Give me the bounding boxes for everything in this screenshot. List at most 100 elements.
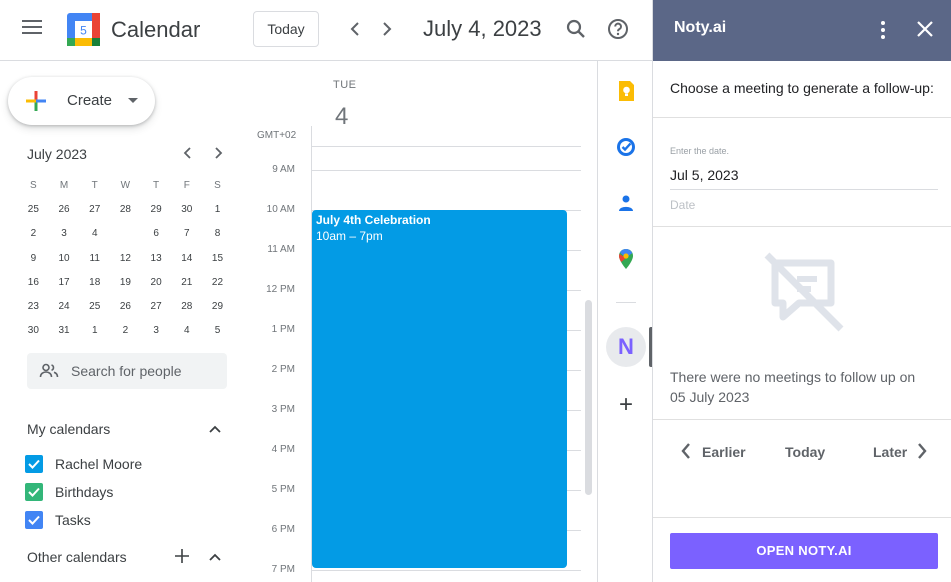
mini-calendar-day[interactable]: 14 — [171, 247, 202, 271]
hour-label: 5 PM — [271, 484, 295, 495]
calendar-checkbox[interactable] — [25, 455, 43, 473]
open-noty-button[interactable]: OPEN NOTY.AI — [670, 533, 938, 569]
earlier-button[interactable]: Earlier — [702, 444, 746, 460]
event-title: July 4th Celebration — [316, 213, 431, 227]
mini-calendar-day[interactable]: 22 — [202, 271, 233, 295]
later-button[interactable]: Later — [873, 444, 907, 460]
day-scrollbar[interactable] — [585, 300, 592, 495]
chevron-left-icon[interactable] — [679, 442, 693, 460]
chevron-right-icon[interactable] — [915, 442, 929, 460]
mini-calendar-day[interactable]: 4 — [79, 222, 110, 246]
add-calendar-icon[interactable] — [175, 549, 189, 563]
mini-calendar-day[interactable]: 26 — [110, 295, 141, 319]
search-people-box[interactable] — [27, 353, 227, 389]
today-nav-button[interactable]: Today — [785, 444, 825, 460]
mini-calendar-day[interactable]: 9 — [18, 247, 49, 271]
mini-calendar-day[interactable]: 29 — [141, 198, 172, 222]
menu-icon[interactable] — [22, 20, 48, 40]
mini-calendar-title: July 2023 — [27, 146, 87, 162]
hour-label: 2 PM — [271, 364, 295, 375]
mini-calendar-day[interactable]: 10 — [49, 247, 80, 271]
mini-calendar-day[interactable]: 27 — [79, 198, 110, 222]
keep-icon[interactable] — [614, 79, 638, 103]
mini-calendar-day[interactable]: 30 — [18, 319, 49, 343]
mini-calendar-day[interactable]: 8 — [202, 222, 233, 246]
maps-icon[interactable] — [614, 247, 638, 271]
mini-calendar-day[interactable]: 25 — [18, 198, 49, 222]
mini-calendar-day[interactable]: 15 — [202, 247, 233, 271]
mini-calendar-day[interactable]: 29 — [202, 295, 233, 319]
create-label: Create — [67, 92, 113, 109]
mini-calendar-day[interactable]: 1 — [202, 198, 233, 222]
mini-calendar-day[interactable]: 30 — [171, 198, 202, 222]
mini-calendar-day[interactable]: 5 — [110, 222, 141, 246]
mini-calendar-day[interactable]: 25 — [79, 295, 110, 319]
event-time: 10am – 7pm — [316, 229, 383, 243]
top-header: 5 Calendar Today July 4, 2023 — [0, 0, 652, 61]
mini-calendar-day[interactable]: 2 — [110, 319, 141, 343]
divider — [653, 419, 951, 420]
my-calendars-heading[interactable]: My calendars — [27, 421, 110, 437]
mini-calendar-day[interactable]: 24 — [49, 295, 80, 319]
search-icon[interactable] — [564, 17, 588, 41]
chevron-up-icon[interactable] — [208, 550, 222, 564]
mini-calendar-day[interactable]: 20 — [141, 271, 172, 295]
contacts-icon[interactable] — [614, 191, 638, 215]
mini-calendar-day[interactable]: 11 — [79, 247, 110, 271]
mini-calendar-day[interactable]: 12 — [110, 247, 141, 271]
tasks-icon[interactable] — [614, 135, 638, 159]
mini-calendar-day[interactable]: 7 — [171, 222, 202, 246]
calendar-checkbox[interactable] — [25, 511, 43, 529]
mini-calendar-day[interactable]: 13 — [141, 247, 172, 271]
other-calendars-heading[interactable]: Other calendars — [27, 549, 127, 565]
chevron-left-icon — [183, 147, 191, 159]
date-field-underline — [670, 189, 938, 190]
get-addons-button[interactable]: + — [614, 391, 638, 419]
mini-calendar-day[interactable]: 28 — [171, 295, 202, 319]
calendar-name: Rachel Moore — [55, 456, 143, 472]
mini-calendar-day[interactable]: 6 — [141, 222, 172, 246]
mini-calendar-day[interactable]: 2 — [18, 222, 49, 246]
mini-calendar-day[interactable]: 1 — [79, 319, 110, 343]
mini-calendar-day[interactable]: 26 — [49, 198, 80, 222]
mini-prev-month-button[interactable] — [180, 145, 196, 166]
noty-title: Noty.ai — [674, 19, 727, 36]
mini-calendar-day[interactable]: 3 — [141, 319, 172, 343]
hour-label: 1 PM — [271, 324, 295, 335]
divider — [653, 226, 951, 227]
chevron-up-icon[interactable] — [208, 422, 222, 436]
mini-calendar-day[interactable]: 18 — [79, 271, 110, 295]
date-field-value[interactable]: Jul 5, 2023 — [670, 167, 739, 183]
create-button[interactable]: Create — [8, 77, 155, 125]
next-day-button[interactable] — [374, 16, 400, 42]
event-block[interactable]: July 4th Celebration 10am – 7pm — [312, 210, 567, 568]
hour-label: 12 PM — [266, 284, 295, 295]
today-button[interactable]: Today — [253, 11, 319, 47]
mini-calendar-day[interactable]: 19 — [110, 271, 141, 295]
previous-day-button[interactable] — [342, 16, 368, 42]
search-people-input[interactable] — [71, 353, 221, 389]
mini-next-month-button[interactable] — [210, 145, 226, 166]
mini-calendar-day[interactable]: 4 — [171, 319, 202, 343]
mini-calendar-day[interactable]: 3 — [49, 222, 80, 246]
more-options-icon[interactable] — [877, 19, 889, 41]
noty-addon-icon[interactable]: N — [606, 327, 646, 367]
mini-calendar-day[interactable]: 16 — [18, 271, 49, 295]
weekday-label: T — [153, 180, 160, 191]
close-icon[interactable] — [915, 19, 935, 39]
mini-calendar-day[interactable]: 23 — [18, 295, 49, 319]
mini-calendar-day[interactable]: 5 — [202, 319, 233, 343]
date-field-hint: Date — [670, 198, 696, 212]
calendar-name: Birthdays — [55, 484, 114, 500]
mini-calendar-day[interactable]: 17 — [49, 271, 80, 295]
mini-calendar-day[interactable]: 31 — [49, 319, 80, 343]
mini-calendar-day[interactable]: 21 — [171, 271, 202, 295]
noty-header: Noty.ai — [653, 0, 951, 61]
help-icon[interactable] — [606, 17, 630, 41]
calendar-checkbox[interactable] — [25, 483, 43, 501]
app-title: Calendar — [111, 17, 201, 42]
mini-calendar-day[interactable]: 27 — [141, 295, 172, 319]
mini-calendar-day[interactable]: 28 — [110, 198, 141, 222]
current-date-title: July 4, 2023 — [423, 16, 542, 41]
no-meetings-date: 05 July 2023 — [670, 389, 750, 405]
